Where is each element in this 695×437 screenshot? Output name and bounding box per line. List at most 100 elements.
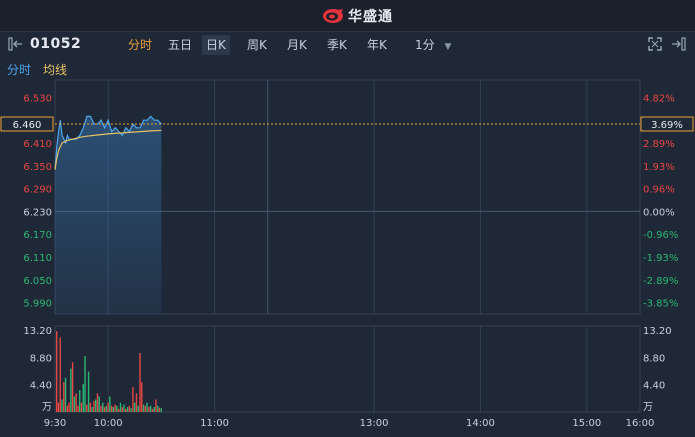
price-axis-label: 6.290	[23, 185, 52, 196]
pct-axis-label: -2.89%	[643, 276, 678, 287]
price-axis-label: 6.350	[23, 162, 52, 173]
volume-bar	[146, 402, 148, 412]
tab-weekly-k[interactable]: 周K	[243, 35, 271, 55]
volume-bar	[82, 384, 84, 412]
brand-logo-icon	[323, 9, 343, 23]
volume-bar	[125, 408, 127, 412]
volume-axis-label-left: 8.80	[30, 353, 52, 364]
volume-bar	[100, 405, 102, 412]
volume-bar	[79, 390, 81, 412]
volume-bar	[93, 400, 95, 412]
chevron-down-icon: ▼	[444, 42, 452, 52]
last-price-label: 6.460	[13, 120, 42, 131]
price-axis-label: 6.110	[23, 253, 52, 264]
time-axis-label: 15:00	[572, 418, 601, 429]
tab-five-day[interactable]: 五日	[164, 35, 196, 55]
pct-axis-label: -1.93%	[643, 253, 678, 264]
price-axis-label: 6.410	[23, 139, 52, 150]
tab-daily-k[interactable]: 日K	[202, 35, 230, 55]
volume-bar	[144, 405, 147, 412]
brand-name: 华盛通	[348, 9, 393, 25]
fullscreen-icon[interactable]	[648, 37, 662, 55]
volume-bar	[119, 402, 122, 412]
volume-bar	[126, 407, 129, 412]
volume-bar	[71, 362, 74, 412]
volume-bar	[157, 405, 159, 412]
volume-bar	[135, 393, 138, 412]
volume-bar	[158, 407, 161, 412]
volume-bar	[105, 405, 108, 412]
pct-axis-label: -0.96%	[643, 230, 678, 241]
volume-axis-label-left: 4.40	[30, 381, 52, 392]
pct-axis-label: 0.96%	[643, 185, 675, 196]
volume-bar	[55, 331, 58, 412]
volume-bar	[80, 402, 83, 412]
volume-axis-label-right: 13.20	[643, 326, 672, 337]
volume-bar	[102, 402, 104, 412]
volume-bar	[61, 399, 63, 412]
pct-axis-label: 4.82%	[643, 93, 675, 104]
volume-bar	[70, 368, 72, 412]
volume-bar	[87, 371, 90, 412]
volume-bar	[133, 402, 136, 412]
volume-bar	[155, 399, 157, 412]
pct-axis-label: 1.93%	[643, 162, 675, 173]
time-axis-label: 10:00	[94, 418, 123, 429]
volume-bar	[84, 356, 86, 412]
volume-bar	[96, 393, 99, 412]
volume-bar	[75, 393, 77, 412]
volume-bar	[121, 407, 123, 412]
tab-quarterly-k[interactable]: 季K	[323, 35, 351, 55]
price-axis-label: 5.990	[23, 299, 52, 310]
volume-bar	[137, 405, 139, 412]
volume-bar	[66, 405, 69, 412]
volume-bar	[98, 396, 100, 412]
tab-intraday[interactable]: 分时	[124, 35, 156, 55]
volume-bar	[151, 408, 154, 412]
volume-bar	[63, 382, 65, 412]
tab-monthly-k[interactable]: 月K	[283, 35, 311, 55]
volume-bar	[68, 402, 70, 412]
volume-bar	[130, 408, 132, 412]
collapse-right-icon[interactable]	[670, 37, 686, 55]
volume-bar	[107, 402, 109, 412]
volume-bar	[86, 404, 88, 412]
volume-bar	[94, 399, 97, 412]
last-pct-label: 3.69%	[651, 120, 683, 131]
time-axis-label: 11:00	[200, 418, 229, 429]
volume-bar	[91, 407, 93, 412]
price-axis-label: 6.230	[23, 207, 52, 218]
volume-bar	[89, 402, 92, 412]
volume-bar	[109, 396, 111, 412]
price-axis-label: 6.530	[23, 93, 52, 104]
pct-axis-label: 2.89%	[643, 139, 675, 150]
volume-bar	[132, 387, 134, 412]
volume-axis-label-right: 4.40	[643, 381, 665, 392]
brand-logo: 华盛通	[322, 7, 393, 25]
volume-bar	[141, 382, 143, 412]
time-axis-label: 16:00	[626, 418, 655, 429]
volume-bar	[139, 352, 141, 412]
volume-bar	[59, 337, 61, 412]
volume-bar	[64, 377, 67, 412]
volume-axis-label-left: 13.20	[23, 326, 52, 337]
stock-code: 01052	[30, 36, 82, 52]
tab-yearly-k[interactable]: 年K	[363, 35, 391, 55]
volume-bar	[128, 405, 131, 412]
price-area-fill	[55, 116, 162, 315]
price-axis-label: 6.170	[23, 230, 52, 241]
pct-axis-label: 0.00%	[643, 207, 675, 218]
volume-bar	[142, 404, 145, 412]
volume-bar	[110, 405, 113, 412]
volume-bar	[103, 407, 106, 412]
legend-avg: 均线	[43, 63, 68, 77]
volume-bar	[57, 402, 60, 412]
interval-dropdown[interactable]: 1分 ▼	[411, 35, 455, 55]
volume-bar	[118, 408, 120, 412]
collapse-left-icon[interactable]	[8, 37, 24, 55]
legend-price: 分时	[7, 63, 32, 77]
volume-bar	[73, 396, 76, 412]
intraday-chart[interactable]: 6.530 6.460 6.410 6.350 6.290 6.230 6.170 6.110…	[0, 78, 695, 437]
volume-bar	[153, 407, 155, 412]
volume-axis-label-right: 万	[643, 402, 653, 413]
